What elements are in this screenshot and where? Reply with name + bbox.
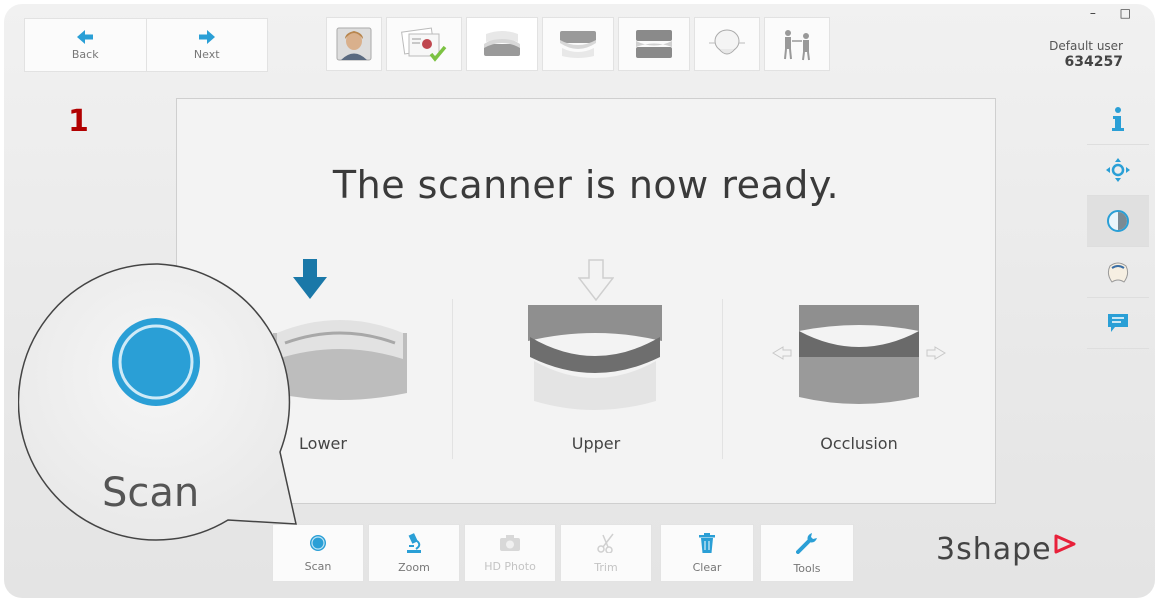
brand-triangle-icon <box>1054 534 1076 554</box>
occlusion-icon <box>636 30 672 58</box>
workflow-steps <box>326 17 834 71</box>
trim-button[interactable]: Trim <box>560 524 652 582</box>
callout-scan-label: Scan <box>102 470 200 516</box>
brand-logo-text: 3shape <box>936 532 1052 567</box>
user-id: 634257 <box>1064 54 1123 70</box>
move-icon <box>1106 158 1130 182</box>
option-divider <box>452 299 453 459</box>
info-icon <box>1112 107 1124 131</box>
tools-label: Tools <box>793 561 821 575</box>
zoom-button[interactable]: Zoom <box>368 524 460 582</box>
next-arrow-icon <box>198 29 215 44</box>
trash-icon <box>699 532 715 553</box>
scan-label: Scan <box>304 559 332 573</box>
texture-icon <box>1107 262 1129 283</box>
scan-callout: Scan <box>18 262 308 552</box>
nav-group: Back Next <box>24 18 268 72</box>
app-window: – □ Back Next Default user 634257 1 The … <box>4 4 1155 598</box>
next-label: Next <box>193 47 220 61</box>
user-info: Default user 634257 <box>1049 38 1123 70</box>
step-patient[interactable] <box>326 17 382 71</box>
step-send[interactable] <box>764 17 830 71</box>
tools-button[interactable]: Tools <box>760 524 854 582</box>
head-model-icon <box>709 29 745 55</box>
option-occlusion-label: Occlusion <box>820 434 898 453</box>
trim-label: Trim <box>594 560 618 574</box>
step-order-form[interactable] <box>386 17 462 71</box>
clear-label: Clear <box>692 560 722 574</box>
zoom-label: Zoom <box>398 560 430 574</box>
option-upper-label: Upper <box>571 434 621 453</box>
lower-jaw-icon <box>484 31 520 56</box>
camera-icon <box>500 534 520 551</box>
scan-record-icon <box>310 534 326 551</box>
option-upper[interactable]: Upper <box>460 259 732 469</box>
back-button[interactable]: Back <box>25 19 146 71</box>
wrench-icon <box>796 532 817 554</box>
texture-button[interactable] <box>1087 247 1149 298</box>
back-arrow-icon <box>77 29 94 44</box>
info-button[interactable] <box>1087 94 1149 145</box>
step-occlusion-scan[interactable] <box>618 17 690 71</box>
microscope-icon <box>407 532 421 553</box>
move-button[interactable] <box>1087 145 1149 196</box>
hd-photo-label: HD Photo <box>484 559 536 573</box>
back-label: Back <box>71 47 99 61</box>
upper-arrow-icon <box>578 259 614 301</box>
step-lower-scan[interactable] <box>466 17 538 71</box>
patient-photo-icon <box>336 27 372 61</box>
shade-icon <box>1107 210 1129 232</box>
shade-button[interactable] <box>1087 196 1149 247</box>
occlusion-model-icon <box>772 305 946 404</box>
step-post-processing[interactable] <box>694 17 760 71</box>
brand-logo: 3shape <box>936 532 1076 567</box>
order-form-icon <box>401 27 447 62</box>
comment-icon <box>1108 314 1128 332</box>
step-upper-scan[interactable] <box>542 17 614 71</box>
window-controls[interactable]: – □ <box>1090 6 1141 20</box>
clear-button[interactable]: Clear <box>660 524 754 582</box>
step-number-annotation: 1 <box>68 104 89 139</box>
comment-button[interactable] <box>1087 298 1149 349</box>
hd-photo-button[interactable]: HD Photo <box>464 524 556 582</box>
next-button[interactable]: Next <box>145 19 268 71</box>
scissors-icon <box>597 533 614 553</box>
callout-scan-icon <box>112 318 200 406</box>
send-to-lab-icon <box>784 30 810 61</box>
upper-jaw-model-icon <box>528 305 662 410</box>
scanner-ready-title: The scanner is now ready. <box>332 163 840 207</box>
user-name: Default user <box>1049 39 1123 53</box>
upper-jaw-icon <box>560 31 596 58</box>
option-occlusion[interactable]: Occlusion <box>723 289 995 469</box>
right-sidebar <box>1087 94 1149 349</box>
